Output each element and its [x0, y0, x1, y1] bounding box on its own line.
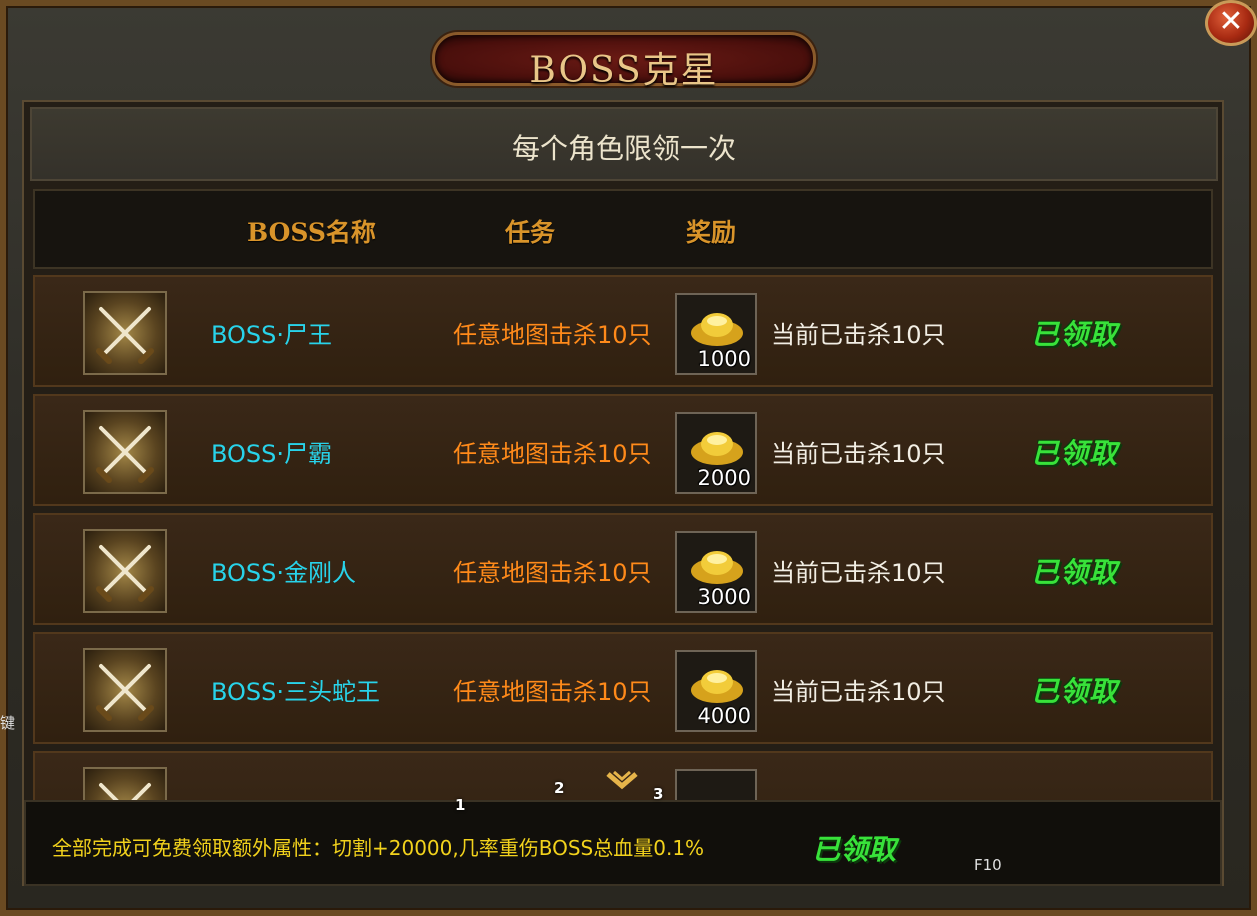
task-text: 任意地图击杀10只	[453, 559, 652, 587]
reward-slot[interactable]: 4000	[675, 650, 757, 732]
table-row: BOSS·尸王 任意地图击杀10只 1000 当前已击杀10只 已领取	[33, 275, 1213, 387]
reward-slot[interactable]	[675, 769, 757, 803]
gold-ingot-icon	[691, 670, 743, 703]
boss-list[interactable]: BOSS·尸王 任意地图击杀10只 1000 当前已击杀10只 已领取 BOSS…	[33, 275, 1213, 803]
header-boss-name: BOSS名称	[247, 218, 376, 247]
close-icon: ✕	[1218, 4, 1244, 39]
bonus-claimed-status: 已领取	[812, 833, 897, 866]
claimed-status: 已领取	[1031, 675, 1119, 708]
side-edge-text: 键	[0, 714, 16, 732]
kill-progress: 当前已击杀10只	[771, 321, 946, 349]
crossed-swords-icon	[83, 767, 167, 803]
claimed-status: 已领取	[1031, 437, 1119, 470]
reward-amount: 2000	[697, 466, 751, 490]
boss-name: BOSS·金刚人	[211, 559, 357, 587]
bottom-bonus-bar: 全部完成可免费领取额外属性：切割+20000,几率重伤BOSS总血量0.1% 已…	[24, 800, 1222, 886]
gold-ingot-icon	[691, 551, 743, 584]
page-marker-3[interactable]: 3	[653, 785, 663, 803]
claimed-status: 已领取	[1031, 318, 1119, 351]
reward-amount: 3000	[697, 585, 751, 609]
crossed-swords-icon	[83, 410, 167, 494]
kill-progress: 当前已击杀10只	[771, 678, 946, 706]
dialog-title: BOSS克星	[529, 50, 719, 91]
reward-slot[interactable]: 1000	[675, 293, 757, 375]
gold-ingot-icon	[691, 313, 743, 346]
boss-name: BOSS·尸霸	[211, 440, 333, 468]
kill-progress: 当前已击杀10只	[771, 559, 946, 587]
crossed-swords-icon	[83, 529, 167, 613]
task-text: 任意地图击杀10只	[453, 440, 652, 468]
boss-name: BOSS·尸王	[211, 321, 333, 349]
task-text: 任意地图击杀10只	[453, 321, 652, 349]
title-plate: BOSS克星	[432, 32, 816, 91]
header-task: 任务	[505, 218, 556, 247]
notice-text: 每个角色限领一次	[511, 132, 736, 165]
table-row: BOSS·三头蛇王 任意地图击杀10只 4000 当前已击杀10只 已领取	[33, 632, 1213, 744]
reward-amount: 1000	[697, 347, 751, 371]
table-row: BOSS·金刚人 任意地图击杀10只 3000 当前已击杀10只 已领取	[33, 513, 1213, 625]
page-marker-2[interactable]: 2	[554, 779, 564, 797]
close-button[interactable]: ✕	[1205, 0, 1257, 46]
table-row: BOSS·尸霸 任意地图击杀10只 2000 当前已击杀10只 已领取	[33, 394, 1213, 506]
reward-slot[interactable]: 3000	[675, 531, 757, 613]
crossed-swords-icon	[83, 291, 167, 375]
gold-ingot-icon	[691, 432, 743, 465]
notice-banner: 每个角色限领一次	[30, 107, 1218, 181]
crossed-swords-icon	[83, 648, 167, 732]
bonus-description: 全部完成可免费领取额外属性：切割+20000,几率重伤BOSS总血量0.1%	[52, 836, 705, 860]
claimed-status: 已领取	[1031, 556, 1119, 589]
reward-slot[interactable]: 2000	[675, 412, 757, 494]
boss-name: BOSS·三头蛇王	[211, 678, 381, 706]
chevron-down-icon[interactable]	[604, 768, 640, 796]
reward-amount: 4000	[697, 704, 751, 728]
header-reward: 奖励	[686, 218, 737, 247]
kill-progress: 当前已击杀10只	[771, 440, 946, 468]
page-marker-1[interactable]: 1	[455, 796, 465, 814]
table-header: BOSS名称 任务 奖励	[33, 189, 1213, 269]
hotkey-label: F10	[974, 856, 1002, 874]
task-text: 任意地图击杀10只	[453, 678, 652, 706]
